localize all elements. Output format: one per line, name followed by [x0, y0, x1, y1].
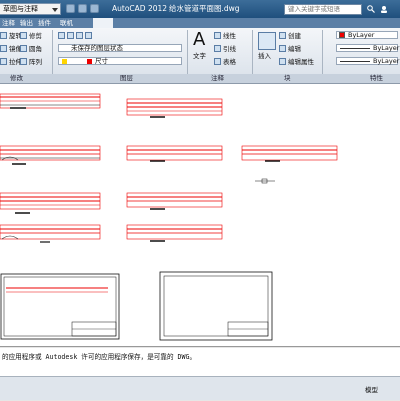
layer-tools[interactable] [58, 31, 94, 41]
status-tools [0, 386, 400, 400]
array-button[interactable]: 阵列 [20, 57, 42, 67]
text-icon[interactable]: A [193, 30, 205, 50]
linetype-dropdown[interactable]: ByLayer [336, 44, 399, 52]
app-title: AutoCAD 2012 [112, 4, 168, 13]
linear-dim-button[interactable]: 线性 [214, 31, 236, 41]
command-input[interactable] [0, 364, 400, 376]
undo-icon[interactable] [78, 4, 87, 13]
ribbon-panel-titles [0, 74, 400, 84]
color-swatch [339, 32, 345, 38]
save-icon[interactable] [66, 4, 75, 13]
panel-title-block[interactable]: 块 [284, 74, 291, 83]
command-history: 的应用程序或 Autodesk 许可的应用程序保存，是可靠的 DWG。 [0, 348, 400, 365]
model-toggle[interactable]: 模型 [365, 386, 378, 395]
lineweight-preview [340, 61, 370, 62]
text-label: 文字 [193, 52, 206, 60]
panel-title-layer[interactable]: 图层 [120, 74, 133, 83]
lightbulb-icon [62, 59, 67, 64]
stretch-button[interactable]: 拉伸 [0, 57, 22, 67]
layer-dropdown[interactable]: 尺寸 [58, 57, 182, 65]
color-dropdown[interactable]: ByLayer [336, 31, 398, 39]
array-icon [20, 58, 27, 65]
chevron-down-icon [52, 8, 58, 12]
linetype-preview [340, 48, 370, 49]
pipe-drawing-8 [0, 224, 101, 243]
panel-title-annotate[interactable]: 注释 [211, 74, 224, 83]
pipe-drawing-3 [0, 145, 101, 165]
layer-match-icon [76, 32, 83, 39]
fillet-button[interactable]: 圆角 [20, 44, 42, 54]
mirror-button[interactable]: 镜像 [0, 44, 22, 54]
pipe-drawing-6 [0, 192, 101, 214]
user-icon[interactable] [380, 5, 388, 13]
workspace-dropdown[interactable]: 草图与注释 [0, 3, 61, 15]
search-icon[interactable] [367, 5, 375, 13]
workspace-label: 草图与注释 [3, 5, 38, 13]
layer-icon [67, 32, 74, 39]
linear-icon [214, 32, 221, 39]
pipe-drawing-7 [126, 192, 223, 210]
tab-annotate[interactable]: 注释 [2, 18, 15, 28]
rotate-button[interactable]: 旋转 [0, 31, 22, 41]
pipe-drawing-1 [0, 93, 101, 109]
lineweight-dropdown[interactable]: ByLayer [336, 57, 399, 65]
drawing-canvas[interactable] [0, 84, 400, 346]
edit-block-button[interactable]: 编辑 [279, 44, 301, 54]
create-block-button[interactable]: 创建 [279, 31, 301, 41]
layout-sheet-2 [159, 271, 273, 341]
edit-icon [279, 45, 286, 52]
rotate-icon [0, 32, 7, 39]
drawing-content [0, 93, 338, 341]
fillet-icon [20, 45, 27, 52]
trim-button[interactable]: 修剪 [20, 31, 42, 41]
edit-attr-button[interactable]: 编辑属性 [279, 57, 314, 67]
file-title: 给水管道平面图.dwg [169, 4, 240, 13]
tab-output[interactable]: 输出 [20, 18, 33, 28]
layout-sheet-1 [0, 273, 120, 340]
search-input[interactable]: 键入关键字或短语 [284, 4, 362, 15]
insert-block-icon[interactable] [258, 32, 276, 50]
mirror-icon [0, 45, 7, 52]
layer-state-dropdown[interactable]: 未保存的图层状态 [58, 44, 182, 52]
pipe-drawing-2 [126, 98, 223, 118]
table-button[interactable]: 表格 [214, 57, 236, 67]
panel-title-modify[interactable]: 修改 [10, 74, 23, 83]
layer-props-icon [85, 32, 92, 39]
panel-title-properties[interactable]: 特性 [370, 74, 383, 83]
layer-color-swatch [87, 59, 92, 64]
pencil-icon [58, 32, 65, 39]
tab-extra[interactable] [93, 18, 113, 28]
table-icon [214, 58, 221, 65]
pipe-drawing-4 [126, 145, 223, 162]
leader-icon [214, 45, 221, 52]
pipe-drawing-9 [126, 224, 223, 242]
search-placeholder: 键入关键字或短语 [288, 5, 340, 13]
tab-online[interactable]: 联机 [60, 18, 73, 28]
insert-label: 插入 [258, 52, 271, 60]
pipe-drawing-5 [241, 145, 338, 162]
tab-plugins[interactable]: 插件 [38, 18, 51, 28]
create-icon [279, 32, 286, 39]
command-history-text: 的应用程序或 Autodesk 许可的应用程序保存，是可靠的 DWG。 [2, 353, 197, 361]
stretch-icon [0, 58, 7, 65]
redo-icon[interactable] [90, 4, 99, 13]
trim-icon [20, 32, 27, 39]
attr-icon [279, 58, 286, 65]
leader-button[interactable]: 引线 [214, 44, 236, 54]
